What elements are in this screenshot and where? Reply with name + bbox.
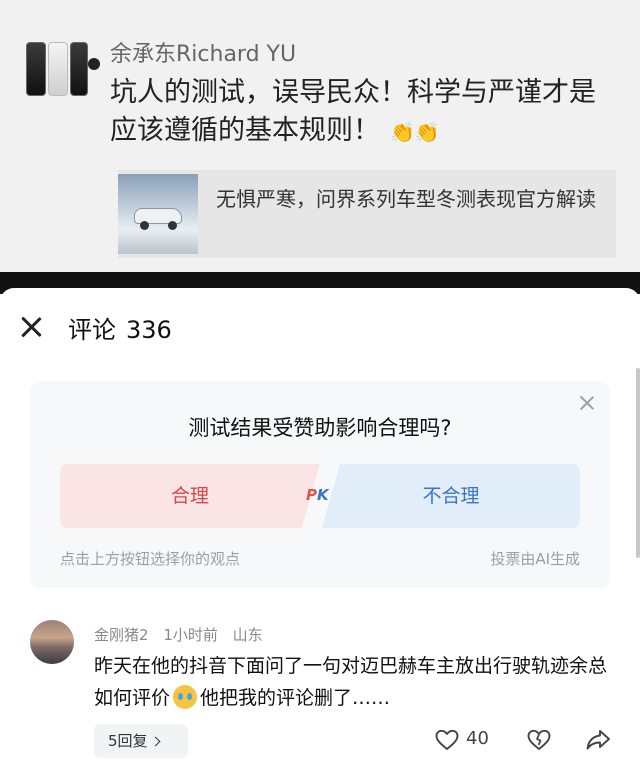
poll-option-no[interactable]: 不合理 — [322, 464, 580, 528]
car-wheel — [168, 221, 177, 230]
pk-badge: PK — [306, 486, 329, 504]
link-card[interactable]: 无惧严寒，问界系列车型冬测表现官方解读 — [118, 170, 616, 258]
comment-item: 金刚猪2 1小时前 山东 昨天在他的抖音下面问了一句对迈巴赫车主放出行驶轨迹余总… — [0, 614, 640, 780]
like-button[interactable]: 40 — [434, 726, 500, 756]
comment-meta: 金刚猪2 1小时前 山东 — [94, 624, 273, 645]
post-text: 坑人的测试，误导民众！科学与严谨才是应该遵循的基本规则！ 👏👏 — [110, 74, 610, 151]
comments-count: 336 — [126, 316, 172, 344]
scrollbar[interactable] — [636, 368, 640, 558]
share-icon — [586, 730, 610, 750]
dislike-button[interactable] — [526, 726, 552, 756]
like-count: 40 — [466, 728, 489, 749]
pk-k: K — [317, 486, 329, 504]
replies-label: 5回复 — [108, 732, 148, 750]
comments-header: 评论 336 — [0, 288, 640, 366]
poll-close-icon[interactable] — [580, 396, 594, 410]
replies-button[interactable]: 5回复 — [94, 724, 188, 758]
comments-title: 评论 336 — [68, 310, 172, 345]
link-card-image — [118, 174, 198, 254]
post-content: 余承东Richard YU 坑人的测试，误导民众！科学与严谨才是应该遵循的基本规… — [22, 18, 620, 266]
dislike-icon — [527, 729, 551, 750]
clap-emoji-icon: 👏👏 — [390, 119, 440, 144]
poll-option-yes[interactable]: 合理 — [60, 464, 320, 528]
comment-username[interactable]: 金刚猪2 — [94, 626, 149, 644]
phone-image — [26, 42, 46, 96]
post-author[interactable]: 余承东Richard YU — [110, 36, 296, 68]
poll-question: 测试结果受赞助影响合理吗? — [188, 416, 452, 440]
comment-location: 山东 — [232, 626, 263, 644]
chevron-right-icon — [150, 736, 160, 747]
poll-card: 测试结果受赞助影响合理吗? 合理 不合理 PK 点击上方按钮选择你的观点 投票由… — [30, 382, 610, 588]
crying-emoji-icon — [173, 685, 198, 709]
author-avatar[interactable] — [26, 40, 102, 100]
car-wheel — [140, 221, 149, 230]
close-icon[interactable] — [20, 316, 42, 338]
phone-image — [70, 42, 88, 96]
comment-time: 1小时前 — [163, 626, 218, 644]
camera-module-image — [88, 58, 100, 70]
avatar[interactable] — [30, 620, 74, 664]
poll-hint: 点击上方按钮选择你的观点 — [60, 550, 241, 568]
comment-text-part2: 他把我的评论删了…… — [200, 687, 391, 709]
comment-text[interactable]: 昨天在他的抖音下面问了一句对迈巴赫车主放出行驶轨迹余总如何评价 他把我的评论删了…… — [94, 650, 614, 714]
poll-ai-note: 投票由AI生成 — [490, 550, 580, 568]
heart-icon — [435, 729, 459, 750]
shared-post: 余承东Richard YU 坑人的测试，误导民众！科学与严谨才是应该遵循的基本规… — [0, 0, 640, 272]
comments-title-label: 评论 — [68, 316, 116, 344]
phone-image — [48, 42, 68, 96]
comments-sheet: 评论 336 测试结果受赞助影响合理吗? 合理 不合理 PK 点击上方按钮选择你的… — [0, 288, 640, 780]
pk-p: P — [306, 486, 317, 504]
post-text-body: 坑人的测试，误导民众！科学与严谨才是应该遵循的基本规则！ — [110, 77, 596, 146]
link-card-title: 无惧严寒，问界系列车型冬测表现官方解读 — [216, 187, 596, 211]
share-button[interactable] — [584, 726, 612, 756]
